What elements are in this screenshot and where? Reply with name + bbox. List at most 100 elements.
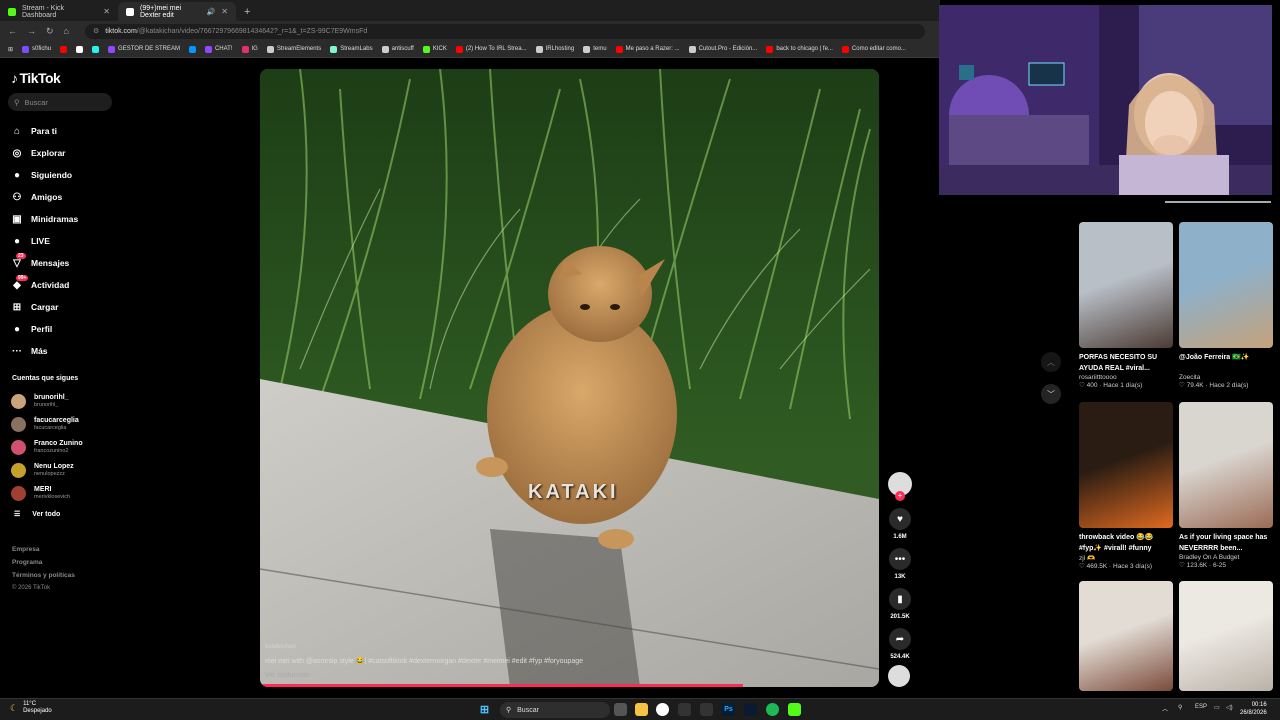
bookmark-item[interactable] — [92, 45, 100, 53]
bookmark-item[interactable]: Cutout.Pro - Edición... — [688, 45, 757, 53]
video-player[interactable]: KATAKI katakichan mei mei with @asmrsip … — [260, 69, 879, 687]
speaker-icon[interactable]: 🔊 — [207, 8, 216, 16]
obs-icon[interactable] — [678, 703, 691, 716]
sound-disc-icon[interactable] — [888, 665, 910, 687]
sidebar-item-siguiendo[interactable]: ● Siguiendo — [11, 164, 78, 186]
translate-link[interactable]: Ver traducción — [265, 672, 310, 679]
bookmark-item[interactable] — [188, 45, 196, 53]
photoshop-icon[interactable]: Ps — [722, 703, 735, 716]
volume-icon[interactable]: ◁) — [1226, 704, 1233, 711]
sidebar-item-explorar[interactable]: ◎ Explorar — [11, 142, 78, 164]
sidebar-item-minidramas[interactable]: ▣ Minidramas — [11, 208, 78, 230]
see-all-button[interactable]: ☰ Ver todo — [14, 510, 60, 519]
bookmark-item[interactable]: back to chicago | fe... — [766, 45, 833, 53]
video-author[interactable]: Zoecita — [1179, 374, 1273, 381]
site-info-icon[interactable]: ⚙ — [93, 27, 99, 35]
related-video-card[interactable] — [1179, 581, 1273, 691]
video-thumbnail[interactable] — [1179, 402, 1273, 528]
bookmark-item[interactable]: GESTOR DE STREAM — [108, 45, 180, 53]
video-author[interactable]: rosariitttoooo — [1079, 374, 1173, 381]
related-video-card[interactable] — [1079, 581, 1173, 691]
bookmark-item[interactable]: StreamElements — [266, 45, 321, 53]
scroll-up-button[interactable]: ︿ — [1041, 352, 1061, 372]
share-button[interactable]: ➦ — [889, 628, 911, 650]
creator-avatar[interactable]: + — [888, 472, 912, 501]
sidebar-item-perfil[interactable]: ● Perfil — [11, 318, 78, 340]
new-tab-button[interactable]: + — [236, 6, 258, 21]
video-author[interactable]: zjl 🫶 — [1079, 554, 1173, 562]
home-browser-icon[interactable]: ⌂ — [64, 26, 69, 36]
clock[interactable]: 00:16 26/8/2026 — [1240, 701, 1267, 717]
following-account[interactable]: MERI merivklosevich — [11, 482, 83, 505]
forward-icon[interactable]: → — [27, 26, 36, 36]
bookmark-item[interactable]: IRLhosting — [535, 45, 574, 53]
sidebar-item-cargar[interactable]: ⊞ Cargar — [11, 296, 78, 318]
kick-icon[interactable] — [788, 703, 801, 716]
bookmark-item[interactable]: Como editar como... — [841, 45, 906, 53]
video-thumbnail[interactable] — [1179, 222, 1273, 348]
taskbar-search[interactable]: ⚲ Buscar — [500, 702, 610, 718]
bookmark-item[interactable]: CHAT! — [204, 45, 233, 53]
related-video-card[interactable]: As if your living space has NEVERRRR bee… — [1179, 402, 1273, 569]
bookmark-item[interactable]: IG — [241, 45, 258, 53]
stream-deck-icon[interactable] — [700, 703, 713, 716]
video-thumbnail[interactable] — [1079, 402, 1173, 528]
tiktok-logo[interactable]: ♪ TikTok — [11, 70, 61, 86]
tray-chevron-icon[interactable]: ︿ — [1162, 704, 1168, 713]
video-progress-bar[interactable] — [260, 684, 743, 687]
address-bar[interactable]: ⚙ tiktok.com/@katakichan/video/766729796… — [84, 23, 925, 39]
related-video-card[interactable]: throwback video 😂😂 #fyp✨ #virall! #funny… — [1079, 402, 1173, 570]
close-tab-icon[interactable]: ✕ — [103, 7, 110, 16]
reload-icon[interactable]: ↻ — [46, 26, 54, 37]
following-account[interactable]: Franco Zunino francozunino2 — [11, 436, 83, 459]
bookmark-item[interactable]: s0fichu — [22, 45, 51, 53]
file-explorer-icon[interactable] — [635, 703, 648, 716]
windows-start-icon[interactable]: ⊞ — [478, 703, 491, 716]
browser-tab[interactable]: (99+)mei mei Dexter edit 🔊 ✕ — [118, 2, 236, 21]
close-tab-icon[interactable]: ✕ — [221, 7, 228, 16]
following-account[interactable]: facucarceglia facucarceglia — [11, 413, 83, 436]
bookmark-item[interactable]: KICK — [422, 45, 447, 53]
following-account[interactable]: brunorihl_ brunorihl_ — [11, 390, 83, 413]
follow-plus-icon[interactable]: + — [895, 491, 905, 501]
scroll-down-button[interactable]: ﹀ — [1041, 384, 1061, 404]
bookmark-item[interactable] — [60, 45, 68, 53]
app-icon[interactable] — [744, 703, 757, 716]
video-thumbnail[interactable] — [1079, 581, 1173, 691]
bookmark-item[interactable]: StreamLabs — [330, 45, 373, 53]
bookmark-item[interactable] — [76, 45, 84, 53]
video-thumbnail[interactable] — [1079, 222, 1173, 348]
sidebar-item-live[interactable]: ● LIVE — [11, 230, 78, 252]
video-author[interactable]: katakichan — [265, 644, 296, 650]
sidebar-item-parati[interactable]: ⌂ Para ti — [11, 120, 78, 142]
chrome-icon[interactable] — [656, 703, 669, 716]
video-author[interactable]: Bradley On A Budget — [1179, 554, 1273, 561]
bookmark-item[interactable]: (2) How To IRL Strea... — [455, 45, 527, 53]
footer-link-company[interactable]: Empresa — [12, 543, 75, 556]
footer-link-terms[interactable]: Términos y políticas — [12, 569, 75, 582]
bookmark-item[interactable]: antiscuff — [381, 45, 414, 53]
video-caption[interactable]: mei mei with @asmrsip style 😂| #catsofti… — [265, 657, 583, 665]
tray-app-icon[interactable]: ⚲ — [1178, 704, 1182, 711]
comment-button[interactable]: ••• — [889, 548, 911, 570]
search-input[interactable]: ⚲ Buscar — [8, 93, 112, 111]
weather-widget[interactable]: ☾ 11°C Despejado — [10, 701, 52, 715]
browser-tab[interactable]: Stream - Kick Dashboard ✕ — [0, 2, 118, 21]
bookmark-item[interactable]: Me paso a Razer: ... — [615, 45, 680, 53]
task-view-icon[interactable] — [614, 703, 627, 716]
video-thumbnail[interactable] — [1179, 581, 1273, 691]
sidebar-item-amigos[interactable]: ⚇ Amigos — [11, 186, 78, 208]
back-icon[interactable]: ← — [8, 26, 17, 36]
sidebar-item-actividad[interactable]: ◆ Actividad 99+ — [11, 274, 78, 296]
spotify-icon[interactable] — [766, 703, 779, 716]
sidebar-item-mensajes[interactable]: ▽ Mensajes 23 — [11, 252, 78, 274]
footer-link-program[interactable]: Programa — [12, 556, 75, 569]
network-icon[interactable]: ▭ — [1214, 704, 1220, 711]
related-video-card[interactable]: PORFAS NECESITO SU AYUDA REAL #viral... r… — [1079, 222, 1173, 389]
bookmark-item[interactable]: temu — [583, 45, 607, 53]
like-button[interactable]: ♥ — [889, 508, 911, 530]
following-account[interactable]: Nenu Lopez nenulopezzz — [11, 459, 83, 482]
related-video-card[interactable]: @João Ferreira 🇧🇷✨ Zoecita ♡ 79.4K · Hace … — [1179, 222, 1273, 389]
save-button[interactable]: ▮ — [889, 588, 911, 610]
language-indicator[interactable]: ESP — [1195, 704, 1207, 710]
